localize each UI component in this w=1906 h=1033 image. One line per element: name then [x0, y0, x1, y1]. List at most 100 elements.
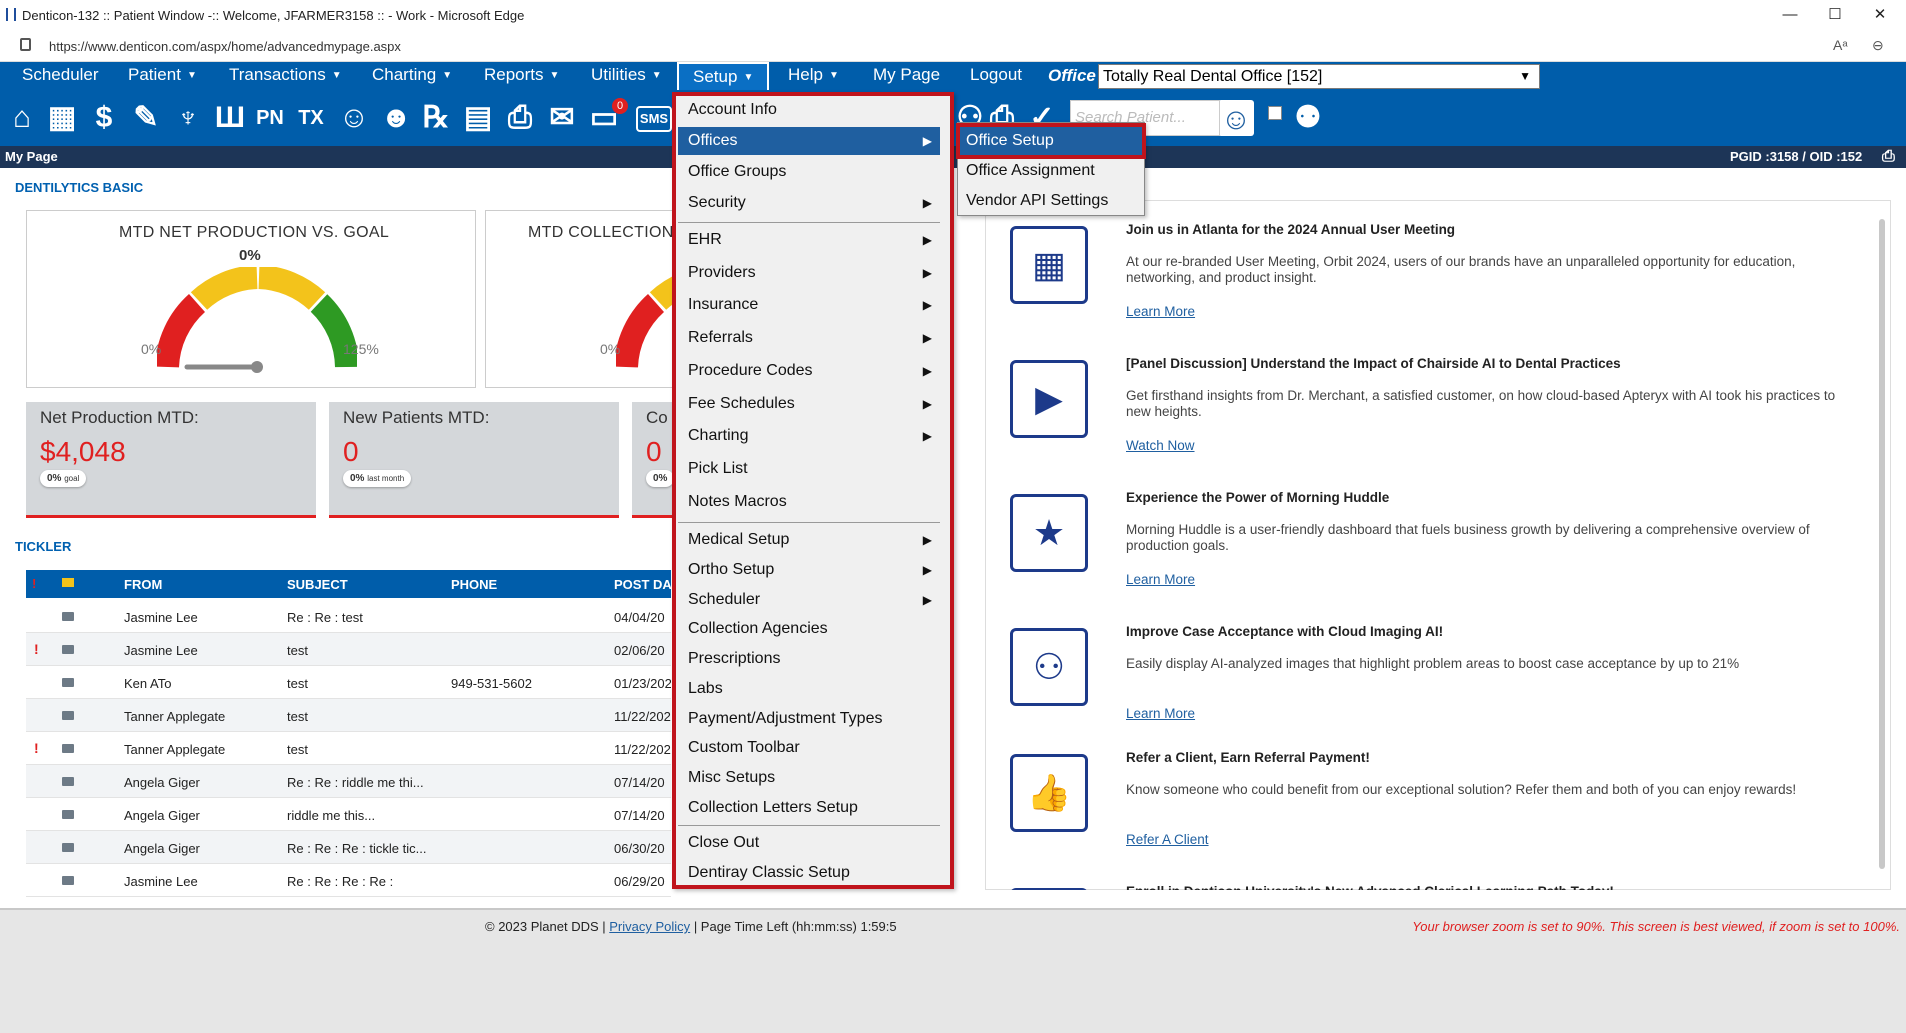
- menu-item-account-info[interactable]: Account Info: [678, 96, 940, 124]
- menu-item-ehr[interactable]: EHR ▶: [678, 226, 940, 254]
- nav-setup[interactable]: Setup ▼: [677, 62, 770, 90]
- stat-value: 0: [343, 436, 359, 467]
- nav-charting[interactable]: Charting ▼: [372, 62, 452, 90]
- cell-from: Tanner Applegate: [124, 709, 226, 724]
- sms-icon[interactable]: SMS: [636, 106, 672, 132]
- news-link[interactable]: Learn More: [1126, 572, 1195, 587]
- stat-label: Co: [646, 408, 668, 427]
- nav-reports[interactable]: Reports ▼: [484, 62, 559, 90]
- maximize-button[interactable]: ☐: [1815, 4, 1855, 26]
- home-icon[interactable]: ⌂: [4, 98, 40, 138]
- menu-item-fee-schedules[interactable]: Fee Schedules ▶: [678, 390, 940, 418]
- menu-item-ortho-setup[interactable]: Ortho Setup ▶: [678, 556, 940, 584]
- table-row[interactable]: Tanner Applegate test 11/22/202: [26, 699, 671, 732]
- menu-item-charting[interactable]: Charting ▶: [678, 422, 940, 450]
- news-item: ★ Experience the Power of Morning Huddle M…: [1000, 490, 1880, 610]
- stat-pill: 0% goal: [40, 470, 87, 487]
- menu-item-scheduler[interactable]: Scheduler ▶: [678, 586, 940, 614]
- col-from[interactable]: FROM: [124, 577, 162, 592]
- chevron-right-icon: ▶: [922, 592, 932, 607]
- table-row[interactable]: Jasmine Lee Re : Re : test 04/04/20: [26, 600, 671, 633]
- tooth-chart-icon[interactable]: Ш: [212, 98, 248, 138]
- nav-scheduler[interactable]: Scheduler: [22, 62, 99, 90]
- submenu-item-vendor-api-settings[interactable]: Vendor API Settings: [966, 189, 1108, 213]
- close-window-button[interactable]: ✕: [1860, 4, 1900, 26]
- menu-item-pick-list[interactable]: Pick List: [678, 455, 940, 483]
- chevron-right-icon: ▶: [922, 233, 932, 247]
- tooth-icon[interactable]: ♆: [170, 98, 206, 138]
- patient-search-icon[interactable]: ☺: [1218, 100, 1254, 136]
- news-link[interactable]: Learn More: [1126, 304, 1195, 319]
- url-field[interactable]: https://www.denticon.com/aspx/home/advan…: [49, 39, 401, 54]
- menu-item-referrals[interactable]: Referrals ▶: [678, 324, 940, 352]
- cell-from: Jasmine Lee: [124, 610, 198, 625]
- print-icon[interactable]: ⎙: [502, 98, 538, 138]
- menu-item-labs[interactable]: Labs: [678, 675, 940, 703]
- menu-item-close-out[interactable]: Close Out: [678, 829, 940, 857]
- document-icon[interactable]: ▤: [460, 98, 496, 138]
- envelope-icon: [62, 645, 74, 654]
- gauge-segment-red: [157, 294, 206, 368]
- table-row[interactable]: Angela Giger riddle me this... 07/14/20: [26, 798, 671, 831]
- cell-subject: test: [287, 676, 308, 691]
- add-user-icon[interactable]: ☺: [336, 98, 372, 138]
- edit-notes-icon[interactable]: ✎: [128, 98, 164, 138]
- menu-item-insurance[interactable]: Insurance ▶: [678, 291, 940, 319]
- nav-logout[interactable]: Logout: [970, 62, 1022, 90]
- submenu-item-office-setup[interactable]: Office Setup: [966, 129, 1054, 153]
- table-row[interactable]: ! Jasmine Lee test 02/06/20: [26, 633, 671, 666]
- menu-item-custom-toolbar[interactable]: Custom Toolbar: [678, 734, 940, 762]
- rx-icon[interactable]: ℞: [418, 98, 454, 138]
- submenu-item-office-assignment[interactable]: Office Assignment: [966, 159, 1095, 183]
- menu-item-medical-setup[interactable]: Medical Setup ▶: [678, 526, 940, 554]
- menu-item-misc-setups[interactable]: Misc Setups: [678, 764, 940, 792]
- search-option-checkbox[interactable]: [1268, 106, 1282, 120]
- table-row[interactable]: Ken ATo test 949-531-5602 01/23/202: [26, 666, 671, 699]
- news-link[interactable]: Refer A Client: [1126, 832, 1209, 847]
- menu-item-security[interactable]: Security ▶: [678, 189, 940, 217]
- minimize-button[interactable]: —: [1770, 4, 1810, 26]
- table-row[interactable]: ! Tanner Applegate test 11/22/202: [26, 732, 671, 765]
- tx-icon[interactable]: TX: [293, 98, 329, 138]
- menu-item-providers[interactable]: Providers ▶: [678, 259, 940, 287]
- table-row[interactable]: Jasmine Lee Re : Re : Re : Re : 06/29/20: [26, 864, 671, 897]
- table-row[interactable]: Angela Giger Re : Re : riddle me thi... 07…: [26, 765, 671, 798]
- family-search-icon[interactable]: ⚉: [1290, 98, 1326, 138]
- col-subject[interactable]: SUBJECT: [287, 577, 348, 592]
- table-row[interactable]: Angela Giger Re : Re : Re : tickle tic...…: [26, 831, 671, 864]
- nav-utilities[interactable]: Utilities ▼: [591, 62, 662, 90]
- add-user-group-icon[interactable]: ☻: [378, 98, 414, 138]
- office-select[interactable]: Totally Real Dental Office [152] ▼: [1098, 64, 1540, 89]
- zoom-out-icon[interactable]: ⊖: [1872, 37, 1884, 54]
- envelope-icon: [62, 678, 74, 687]
- stat-card-collection: Co 0 0%: [632, 402, 676, 518]
- menu-item-collection-letters-setup[interactable]: Collection Letters Setup: [678, 794, 940, 822]
- calendar-icon[interactable]: ▦: [44, 98, 80, 138]
- print-page-icon[interactable]: ⎙: [1882, 146, 1895, 168]
- nav-patient[interactable]: Patient ▼: [128, 62, 197, 90]
- privacy-policy-link[interactable]: Privacy Policy: [609, 919, 690, 934]
- menu-item-payment-adjustment-types[interactable]: Payment/Adjustment Types: [678, 705, 940, 733]
- cell-from: Angela Giger: [124, 808, 200, 823]
- read-aloud-icon[interactable]: Aᵃ: [1833, 37, 1848, 53]
- calendar-check-icon: ▦: [1010, 226, 1088, 304]
- dollar-icon[interactable]: $: [86, 98, 122, 138]
- menu-item-office-groups[interactable]: Office Groups: [678, 158, 940, 186]
- menu-item-prescriptions[interactable]: Prescriptions: [678, 645, 940, 673]
- menu-item-notes-macros[interactable]: Notes Macros: [678, 488, 940, 516]
- news-link[interactable]: Learn More: [1126, 706, 1195, 721]
- col-post-date[interactable]: POST DA: [614, 577, 672, 592]
- nav-my-page[interactable]: My Page: [873, 62, 940, 90]
- nav-help[interactable]: Help ▼: [788, 62, 839, 90]
- gauge-segment-yellow: [190, 267, 258, 311]
- menu-item-offices[interactable]: Offices ▶: [678, 127, 940, 155]
- menu-item-dentiray-classic-setup[interactable]: Dentiray Classic Setup: [678, 859, 940, 887]
- pn-icon[interactable]: PN: [252, 98, 288, 138]
- news-link[interactable]: Watch Now: [1126, 438, 1195, 453]
- nav-transactions[interactable]: Transactions ▼: [229, 62, 342, 90]
- col-phone[interactable]: PHONE: [451, 577, 497, 592]
- mail-header-icon: [62, 578, 74, 587]
- menu-item-procedure-codes[interactable]: Procedure Codes ▶: [678, 357, 940, 385]
- menu-item-collection-agencies[interactable]: Collection Agencies: [678, 615, 940, 643]
- mail-icon[interactable]: ✉: [544, 98, 580, 138]
